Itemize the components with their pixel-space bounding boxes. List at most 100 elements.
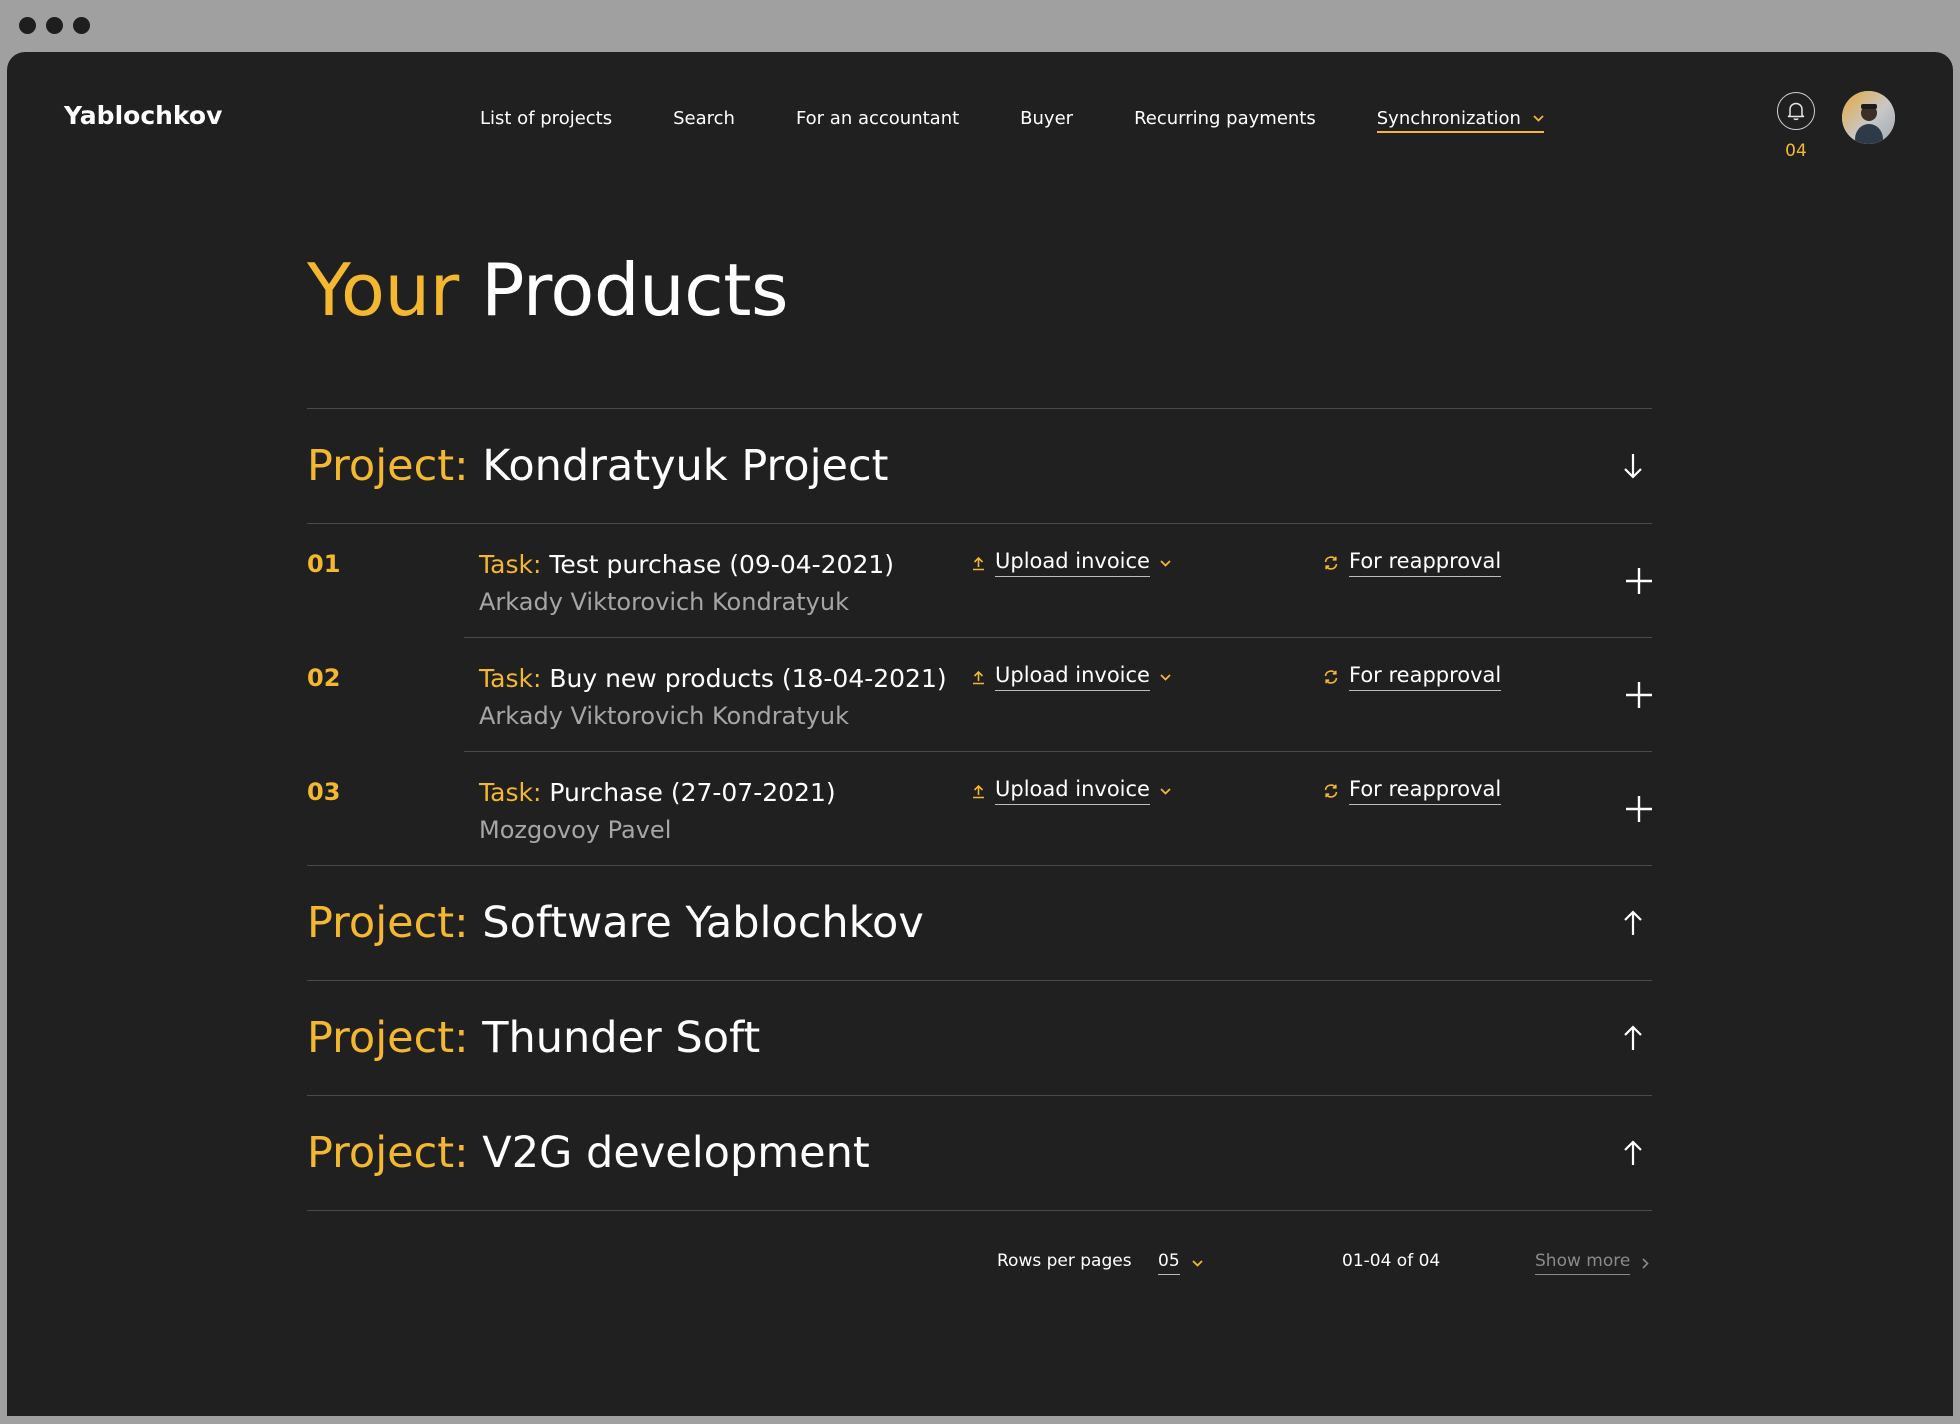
expand-toggle-button[interactable]	[1618, 908, 1648, 938]
nav-search[interactable]: Search	[673, 108, 735, 133]
plus-icon	[1626, 796, 1652, 822]
task-title[interactable]: Task: Test purchase (09-04-2021)	[479, 550, 894, 579]
page-title-main: Products	[481, 248, 788, 332]
app-logo[interactable]: Yablochkov	[64, 101, 222, 130]
nav-recurring-payments[interactable]: Recurring payments	[1134, 108, 1316, 133]
show-more-button[interactable]: Show more	[1535, 1251, 1649, 1275]
task-label: Task:	[479, 550, 542, 579]
projects-list: Project: Kondratyuk Project 01 Task: Tes…	[307, 408, 1652, 1211]
window-minimize-dot[interactable]	[46, 17, 63, 34]
upload-invoice-dropdown[interactable]: Upload invoice	[972, 663, 1171, 691]
project-label: Project:	[307, 1128, 469, 1178]
window-maximize-dot[interactable]	[73, 17, 90, 34]
nav-list-of-projects[interactable]: List of projects	[480, 108, 612, 133]
chevron-down-icon	[1160, 559, 1171, 567]
page-title: Your Products	[307, 248, 788, 332]
project-name: Thunder Soft	[482, 1013, 761, 1063]
upload-icon	[973, 556, 984, 570]
task-number: 03	[307, 778, 341, 806]
upload-invoice-label: Upload invoice	[995, 549, 1150, 577]
project-title: Project: Thunder Soft	[307, 1013, 760, 1063]
arrow-up-icon	[1624, 1025, 1642, 1050]
task-number: 01	[307, 550, 341, 578]
rows-per-page-select[interactable]: 05	[1158, 1251, 1203, 1275]
for-reapproval-link[interactable]: For reapproval	[1323, 777, 1502, 805]
add-button[interactable]	[1624, 680, 1654, 710]
task-name: Buy new products (18-04-2021)	[549, 664, 947, 693]
refresh-icon	[1324, 670, 1338, 684]
upload-icon	[973, 670, 984, 684]
task-label: Task:	[479, 664, 542, 693]
task-assignee: Mozgovoy Pavel	[479, 816, 672, 844]
project-title: Project: Kondratyuk Project	[307, 441, 888, 491]
project-name: V2G development	[482, 1128, 870, 1178]
plus-icon	[1626, 568, 1652, 594]
arrow-down-icon	[1624, 454, 1642, 479]
task-row: 01 Task: Test purchase (09-04-2021) Arka…	[307, 524, 1652, 637]
avatar-image	[1842, 91, 1895, 144]
for-reapproval-link[interactable]: For reapproval	[1323, 549, 1502, 577]
task-assignee: Arkady Viktorovich Kondratyuk	[479, 588, 849, 616]
project-name: Software Yablochkov	[482, 898, 924, 948]
refresh-icon	[1324, 784, 1338, 798]
chevron-down-icon	[1533, 115, 1544, 122]
project-row-thunder-soft[interactable]: Project: Thunder Soft	[307, 981, 1652, 1095]
upload-invoice-dropdown[interactable]: Upload invoice	[972, 549, 1171, 577]
add-button[interactable]	[1624, 566, 1654, 596]
page-title-accent: Your	[307, 248, 459, 332]
window-controls	[19, 17, 90, 34]
main-nav: List of projects Search For an accountan…	[480, 108, 1544, 133]
task-title[interactable]: Task: Purchase (27-07-2021)	[479, 778, 836, 807]
expand-toggle-button[interactable]	[1618, 1138, 1648, 1168]
nav-buyer[interactable]: Buyer	[1020, 108, 1073, 133]
task-name: Test purchase (09-04-2021)	[549, 550, 895, 579]
for-reapproval-label: For reapproval	[1349, 663, 1502, 691]
task-label: Task:	[479, 778, 542, 807]
project-row-software-yablochkov[interactable]: Project: Software Yablochkov	[307, 866, 1652, 980]
arrow-up-icon	[1624, 1140, 1642, 1165]
project-label: Project:	[307, 441, 469, 491]
upload-icon	[973, 784, 984, 798]
add-button[interactable]	[1624, 794, 1654, 824]
chevron-down-icon	[1160, 673, 1171, 681]
upload-invoice-label: Upload invoice	[995, 777, 1150, 805]
project-title: Project: Software Yablochkov	[307, 898, 924, 948]
bell-icon	[1787, 102, 1805, 121]
upload-invoice-label: Upload invoice	[995, 663, 1150, 691]
divider	[307, 1210, 1652, 1211]
task-name: Purchase (27-07-2021)	[549, 778, 836, 807]
pagination-range: 01-04 of 04	[1342, 1251, 1441, 1271]
arrow-up-icon	[1624, 910, 1642, 935]
show-more-label: Show more	[1535, 1251, 1631, 1275]
project-label: Project:	[307, 1013, 469, 1063]
task-number: 02	[307, 664, 341, 692]
notification-button[interactable]	[1777, 92, 1815, 130]
nav-synchronization[interactable]: Synchronization	[1376, 108, 1544, 133]
task-row: 03 Task: Purchase (27-07-2021) Mozgovoy …	[307, 752, 1652, 865]
project-row-v2g-development[interactable]: Project: V2G development	[307, 1096, 1652, 1210]
rows-per-page-value: 05	[1158, 1251, 1180, 1275]
chevron-down-icon	[1192, 1259, 1203, 1267]
for-reapproval-label: For reapproval	[1349, 777, 1502, 805]
project-title: Project: V2G development	[307, 1128, 870, 1178]
expand-toggle-button[interactable]	[1618, 451, 1648, 481]
task-assignee: Arkady Viktorovich Kondratyuk	[479, 702, 849, 730]
project-row-kondratyuk[interactable]: Project: Kondratyuk Project	[307, 409, 1652, 523]
for-reapproval-link[interactable]: For reapproval	[1323, 663, 1502, 691]
user-avatar[interactable]	[1842, 91, 1895, 144]
nav-for-an-accountant[interactable]: For an accountant	[796, 108, 959, 133]
task-row: 02 Task: Buy new products (18-04-2021) A…	[307, 638, 1652, 751]
project-name: Kondratyuk Project	[482, 441, 889, 491]
notification-count: 04	[1785, 141, 1807, 161]
chevron-down-icon	[1160, 787, 1171, 795]
task-title[interactable]: Task: Buy new products (18-04-2021)	[479, 664, 947, 693]
for-reapproval-label: For reapproval	[1349, 549, 1502, 577]
expand-toggle-button[interactable]	[1618, 1023, 1648, 1053]
project-label: Project:	[307, 898, 469, 948]
nav-synchronization-label: Synchronization	[1376, 108, 1521, 129]
chevron-right-icon	[1642, 1257, 1649, 1269]
window-close-dot[interactable]	[19, 17, 36, 34]
refresh-icon	[1324, 556, 1338, 570]
plus-icon	[1626, 682, 1652, 708]
upload-invoice-dropdown[interactable]: Upload invoice	[972, 777, 1171, 805]
